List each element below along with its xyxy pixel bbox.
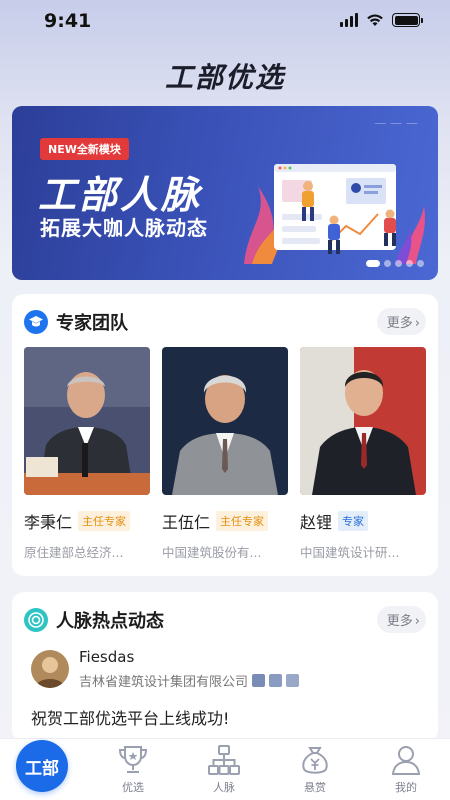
banner-title: 工部人脉 [38, 173, 203, 217]
tab-label: 优选 [122, 781, 144, 794]
level-badge-icon [286, 674, 300, 687]
network-illustration [244, 164, 425, 264]
expert-tag: 主任专家 [78, 511, 131, 531]
expert-photo [162, 347, 288, 495]
target-icon [24, 608, 48, 632]
carousel-indicator[interactable] [366, 260, 424, 267]
carousel-dot[interactable] [417, 260, 424, 267]
expert-photo [300, 347, 426, 495]
expert-card[interactable]: 王伍仁 主任专家 中国建筑股份有... [162, 347, 288, 561]
graduation-cap-icon [24, 310, 48, 334]
section-header: 人脉热点动态 [24, 607, 164, 633]
status-bar: 9:41 [0, 0, 450, 42]
promo-banner[interactable]: — — — NEW全新模块 工部人脉 拓展大咖人脉动态 [12, 106, 438, 280]
more-button[interactable]: 更多 › [376, 308, 426, 335]
section-title: 专家团队 [56, 313, 128, 334]
expert-name: 王伍仁 [162, 513, 211, 532]
section-title: 人脉热点动态 [56, 611, 164, 632]
post-content[interactable]: 祝贺工部优选平台上线成功! [31, 705, 229, 729]
expert-org: 中国建筑股份有... [162, 545, 262, 560]
post-author[interactable]: Fiesdas 吉林省建筑设计集团有限公司 [31, 648, 300, 690]
more-button[interactable]: 更多 › [376, 606, 426, 633]
expert-photo [24, 347, 150, 495]
tab-label: 人脉 [213, 781, 235, 794]
tab-renmai[interactable]: 人脉 [179, 739, 269, 800]
chevron-right-icon: › [414, 614, 420, 629]
expert-name: 李秉仁 [24, 513, 73, 532]
avatar[interactable] [31, 650, 69, 688]
tab-xuanshang[interactable]: 悬赏 [270, 739, 360, 800]
money-bag-icon [302, 747, 328, 774]
tab-label: 我的 [395, 781, 417, 794]
expert-org: 原住建部总经济... [24, 545, 124, 560]
tab-wode[interactable]: 我的 [361, 739, 450, 800]
new-module-badge: NEW全新模块 [40, 138, 129, 160]
carousel-dot[interactable] [384, 260, 391, 267]
author-name: Fiesdas [79, 648, 135, 666]
carousel-dot-active[interactable] [366, 260, 380, 267]
expert-team-card: 专家团队 更多 › 李秉仁 主任专家 原住建部总经济... 王伍仁 主任专家 中… [12, 294, 438, 576]
status-icons [340, 13, 423, 27]
expert-name: 赵锂 [300, 513, 333, 532]
expert-card[interactable]: 李秉仁 主任专家 原住建部总经济... [24, 347, 150, 561]
banner-subtitle: 拓展大咖人脉动态 [40, 216, 208, 240]
carousel-dot[interactable] [395, 260, 402, 267]
chevron-right-icon: › [414, 316, 420, 331]
network-news-card: 人脉热点动态 更多 › Fiesdas 吉林省建筑设计集团有限公司 祝贺工部优选平… [12, 592, 438, 742]
app-title: 工部优选 [164, 61, 285, 94]
tab-label: 悬赏 [304, 781, 326, 794]
expert-tag: 专家 [338, 511, 369, 531]
person-icon [391, 746, 421, 775]
carousel-dot[interactable] [406, 260, 413, 267]
network-icon [208, 745, 240, 775]
status-time: 9:41 [44, 10, 92, 32]
section-header: 专家团队 [24, 309, 128, 335]
signal-icon [340, 13, 358, 27]
company-badge-icon [269, 674, 283, 687]
trophy-icon [118, 746, 148, 773]
wifi-icon [367, 14, 383, 26]
tab-home-button[interactable]: 工部 [16, 740, 68, 792]
author-org: 吉林省建筑设计集团有限公司 [79, 675, 249, 690]
tab-youxuan[interactable]: 优选 [88, 739, 178, 800]
banner-decoration: — — — [374, 116, 418, 130]
battery-icon [392, 13, 423, 27]
verified-badge-icon [252, 674, 266, 687]
expert-card[interactable]: 赵锂 专家 中国建筑设计研... [300, 347, 426, 561]
expert-org: 中国建筑设计研... [300, 545, 400, 560]
expert-tag: 主任专家 [216, 511, 269, 531]
